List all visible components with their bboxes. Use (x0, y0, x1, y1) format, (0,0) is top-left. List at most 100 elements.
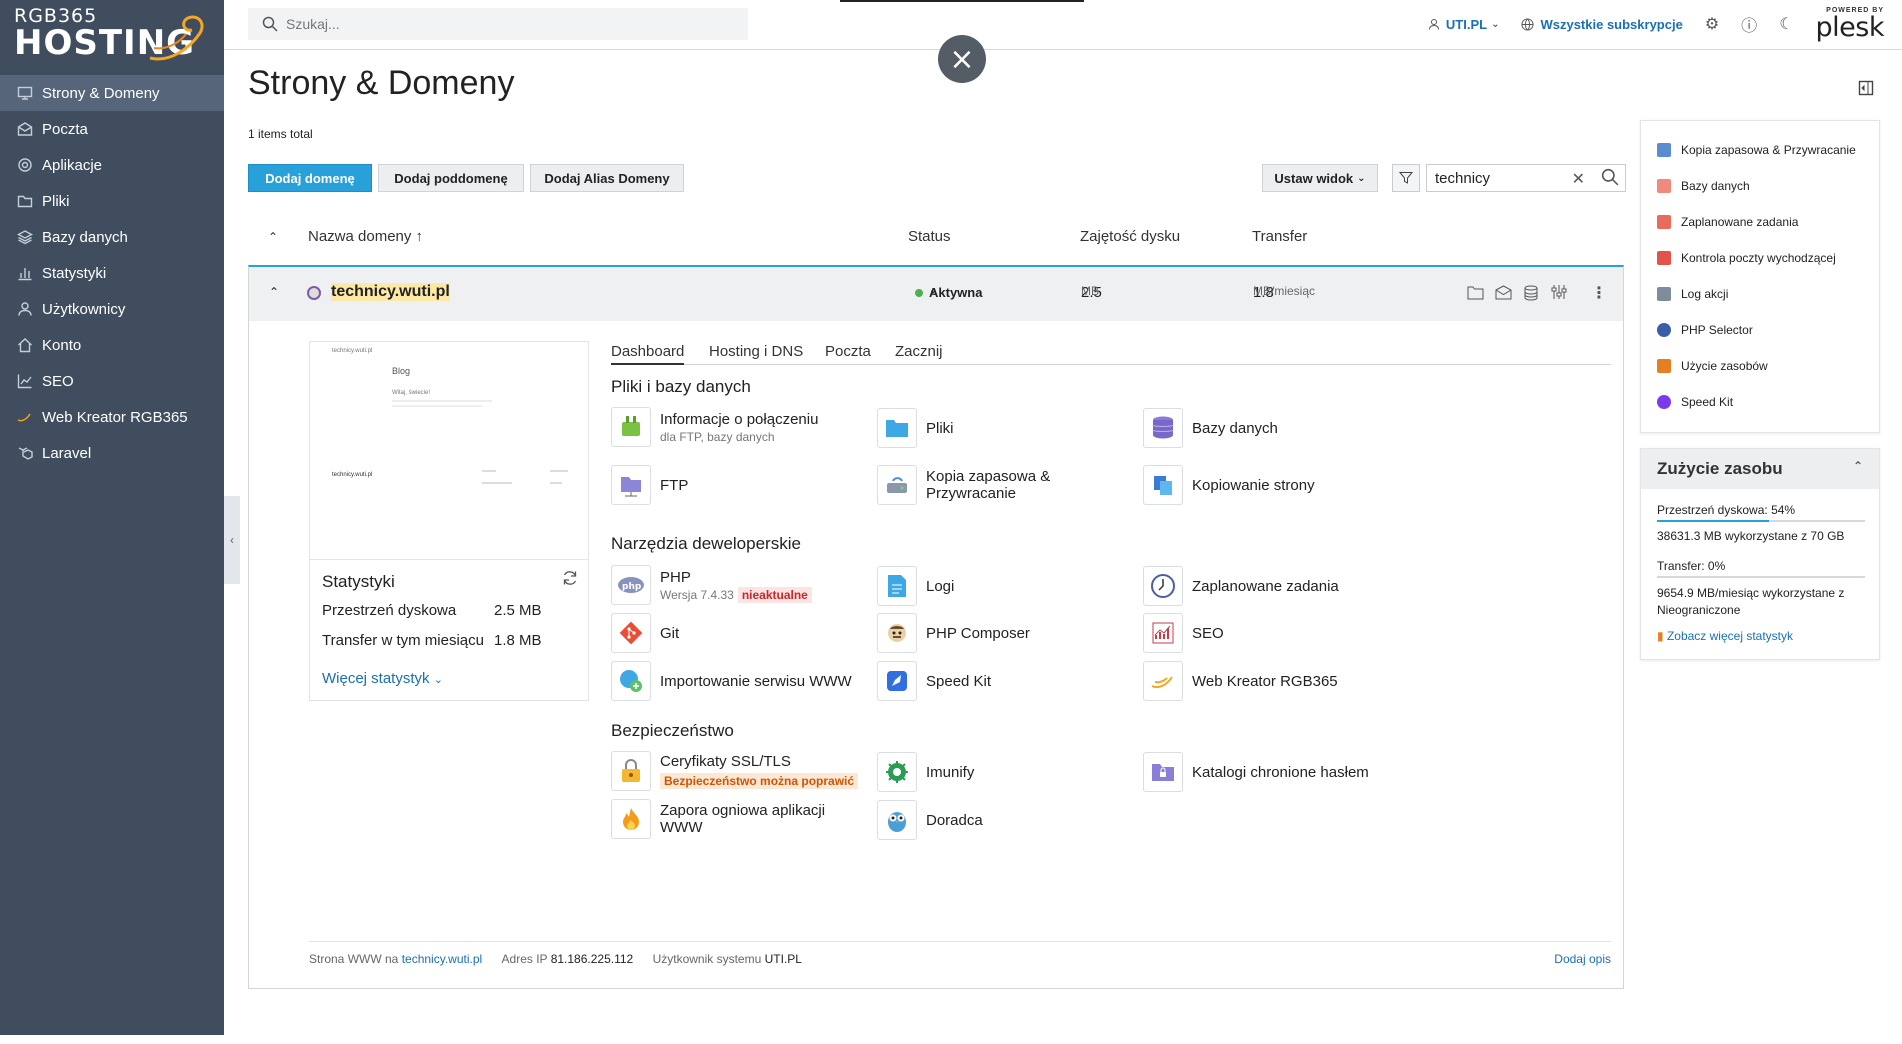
sidebar-item-poczta[interactable]: Poczta (0, 111, 224, 147)
preview-text-line (550, 470, 568, 472)
rp-link-scheduled[interactable]: Zaplanowane zadania (1657, 215, 1798, 229)
tool-git[interactable]: Git (611, 613, 679, 653)
tool-label: SEO (1192, 624, 1224, 642)
sidebar-item-konto[interactable]: Konto (0, 327, 224, 363)
tool-advisor[interactable]: Doradca (877, 799, 983, 841)
sidebar-item-label: Poczta (42, 120, 88, 138)
view-dropdown[interactable]: Ustaw widok ⌄ (1262, 164, 1378, 192)
domain-name-link[interactable]: technicy.wuti.pl (331, 283, 450, 301)
sidebar-item-web-kreator[interactable]: Web Kreator RGB365 (0, 399, 224, 435)
database-icon[interactable] (1523, 285, 1539, 305)
tool-ssl[interactable]: Ceryfikaty SSL/TLS Bezpieczeństwo można p… (611, 751, 859, 791)
tool-copy-site[interactable]: Kopiowanie strony (1143, 465, 1315, 505)
filter-input[interactable]: technicy ✕ (1426, 164, 1626, 192)
sidebar-item-pliki[interactable]: Pliki (0, 183, 224, 219)
copy-site-icon (1143, 465, 1183, 505)
refresh-icon[interactable] (562, 570, 578, 586)
tool-speed-kit[interactable]: Speed Kit (877, 661, 991, 701)
rp-link-speed-kit[interactable]: Speed Kit (1657, 395, 1733, 409)
rp-link-databases[interactable]: Bazy danych (1657, 179, 1750, 193)
moon-icon[interactable]: ☾ (1779, 14, 1793, 34)
usage-header[interactable]: Zużycie zasobu ⌃ (1641, 449, 1879, 489)
table-row[interactable]: ⌃ technicy.wuti.pl Aktywna ⌄ 2.5 MB 1.8 … (248, 265, 1624, 321)
logo[interactable]: RGB365 HOSTING (0, 0, 224, 75)
tool-imunify[interactable]: Imunify (877, 751, 974, 793)
tab-hosting-dns[interactable]: Hosting i DNS (709, 343, 803, 360)
domain-footer: Strona WWW na technicy.wuti.pl Adres IP … (309, 941, 1611, 966)
col-status[interactable]: Status (908, 228, 951, 245)
search-input[interactable]: Szukaj... (248, 8, 748, 40)
mail-icon[interactable] (1495, 285, 1512, 304)
clear-icon[interactable]: ✕ (1572, 169, 1585, 189)
close-button[interactable]: × (938, 35, 986, 83)
help-icon[interactable]: ⓘ (1741, 12, 1757, 36)
sidebar-item-statystyki[interactable]: Statystyki (0, 255, 224, 291)
sidebar-item-strony-domeny[interactable]: Strony & Domeny (0, 75, 224, 111)
col-domain-name[interactable]: Nazwa domeny ↑ (308, 228, 423, 245)
more-stats-link[interactable]: Więcej statystyk ⌄ (322, 670, 443, 687)
tool-php[interactable]: php PHP Wersja 7.4.33 nieaktualne (611, 565, 812, 605)
plesk-logo[interactable]: POWERED BY plesk (1816, 7, 1885, 41)
usage-panel: Zużycie zasobu ⌃ Przestrzeń dyskowa: 54% … (1640, 448, 1880, 660)
collapse-all-icon[interactable]: ⌃ (268, 230, 278, 244)
tab-zacznij[interactable]: Zacznij (895, 343, 943, 360)
tool-label: Web Kreator RGB365 (1192, 672, 1338, 690)
tool-protected-dirs[interactable]: Katalogi chronione hasłem (1143, 751, 1369, 793)
tool-web-kreator[interactable]: Web Kreator RGB365 (1143, 661, 1338, 701)
tool-import-site[interactable]: Importowanie serwisu WWW (611, 661, 852, 701)
subscriptions-menu[interactable]: Wszystkie subskrypcje (1521, 17, 1683, 32)
tool-ftp[interactable]: FTP (611, 465, 688, 505)
collapse-row-icon[interactable]: ⌃ (269, 285, 279, 299)
add-alias-button[interactable]: Dodaj Alias Domeny (530, 164, 684, 192)
more-stats-link[interactable]: ▮ Zobacz więcej statystyk (1657, 629, 1793, 643)
sidebar-item-laravel[interactable]: Laravel (0, 435, 224, 471)
col-disk[interactable]: Zajętość dysku (1080, 228, 1180, 245)
user-menu[interactable]: UTI.PL ⌄ (1428, 17, 1499, 32)
more-stats-label: Zobacz więcej statystyk (1666, 629, 1793, 643)
folder-icon[interactable] (1467, 285, 1484, 304)
user-icon (16, 300, 34, 318)
footer-site-link[interactable]: technicy.wuti.pl (402, 952, 482, 966)
rp-link-backup[interactable]: Kopia zapasowa & Przywracanie (1657, 143, 1856, 157)
sidebar-item-aplikacje[interactable]: Aplikacje (0, 147, 224, 183)
close-icon: × (949, 41, 975, 77)
site-preview[interactable]: technicy.wuti.pl Blog Witaj, świecie! te… (309, 341, 589, 571)
tab-poczta[interactable]: Poczta (825, 343, 871, 360)
items-total: 1 items total (248, 127, 313, 141)
more-vertical-icon[interactable]: ⋮ (1591, 283, 1607, 303)
bar-chart-icon (16, 264, 34, 282)
tool-scheduled-tasks[interactable]: Zaplanowane zadania (1143, 565, 1339, 607)
trend-icon (16, 372, 34, 390)
search-icon[interactable] (1601, 168, 1619, 186)
add-description-link[interactable]: Dodaj opis (1554, 952, 1611, 966)
add-domain-button[interactable]: Dodaj domenę (248, 164, 372, 192)
tool-composer[interactable]: PHP Composer (877, 613, 1030, 653)
panel-toggle-icon[interactable] (1858, 80, 1874, 96)
extensions-icon[interactable]: ⚙ (1705, 14, 1719, 34)
tab-dashboard[interactable]: Dashboard (611, 343, 685, 365)
rp-link-php-selector[interactable]: PHP Selector (1657, 323, 1753, 337)
tool-databases[interactable]: Bazy danych (1143, 407, 1278, 449)
filter-button[interactable] (1392, 164, 1420, 192)
rp-link-resource-usage[interactable]: Użycie zasobów (1657, 359, 1768, 373)
tool-backup[interactable]: Kopia zapasowa & Przywracanie (877, 465, 1057, 505)
tool-seo[interactable]: SEO (1143, 613, 1224, 653)
tool-files[interactable]: Pliki (877, 407, 954, 449)
preview-welcome: Witaj, świecie! (392, 390, 431, 396)
database-icon (1657, 179, 1671, 193)
tool-logs[interactable]: Logi (877, 565, 954, 607)
add-subdomain-button[interactable]: Dodaj poddomenę (378, 164, 524, 192)
sidebar-item-seo[interactable]: SEO (0, 363, 224, 399)
tool-waf[interactable]: Zapora ogniowa aplikacji WWW (611, 799, 851, 839)
view-label: Ustaw widok (1274, 170, 1354, 186)
col-transfer[interactable]: Transfer (1252, 228, 1307, 245)
tool-connection-info[interactable]: Informacje o połączeniu dla FTP, bazy dan… (611, 407, 818, 447)
rp-link-mail-control[interactable]: Kontrola poczty wychodzącej (1657, 251, 1836, 265)
tool-label: Bazy danych (1192, 419, 1278, 437)
rp-link-action-log[interactable]: Log akcji (1657, 287, 1728, 301)
settings-sliders-icon[interactable] (1551, 284, 1567, 304)
sidebar-item-uzytkownicy[interactable]: Użytkownicy (0, 291, 224, 327)
sidebar-item-label: SEO (42, 372, 74, 390)
sidebar-item-bazy-danych[interactable]: Bazy danych (0, 219, 224, 255)
sidebar-collapse-handle[interactable]: ‹ (224, 496, 240, 584)
